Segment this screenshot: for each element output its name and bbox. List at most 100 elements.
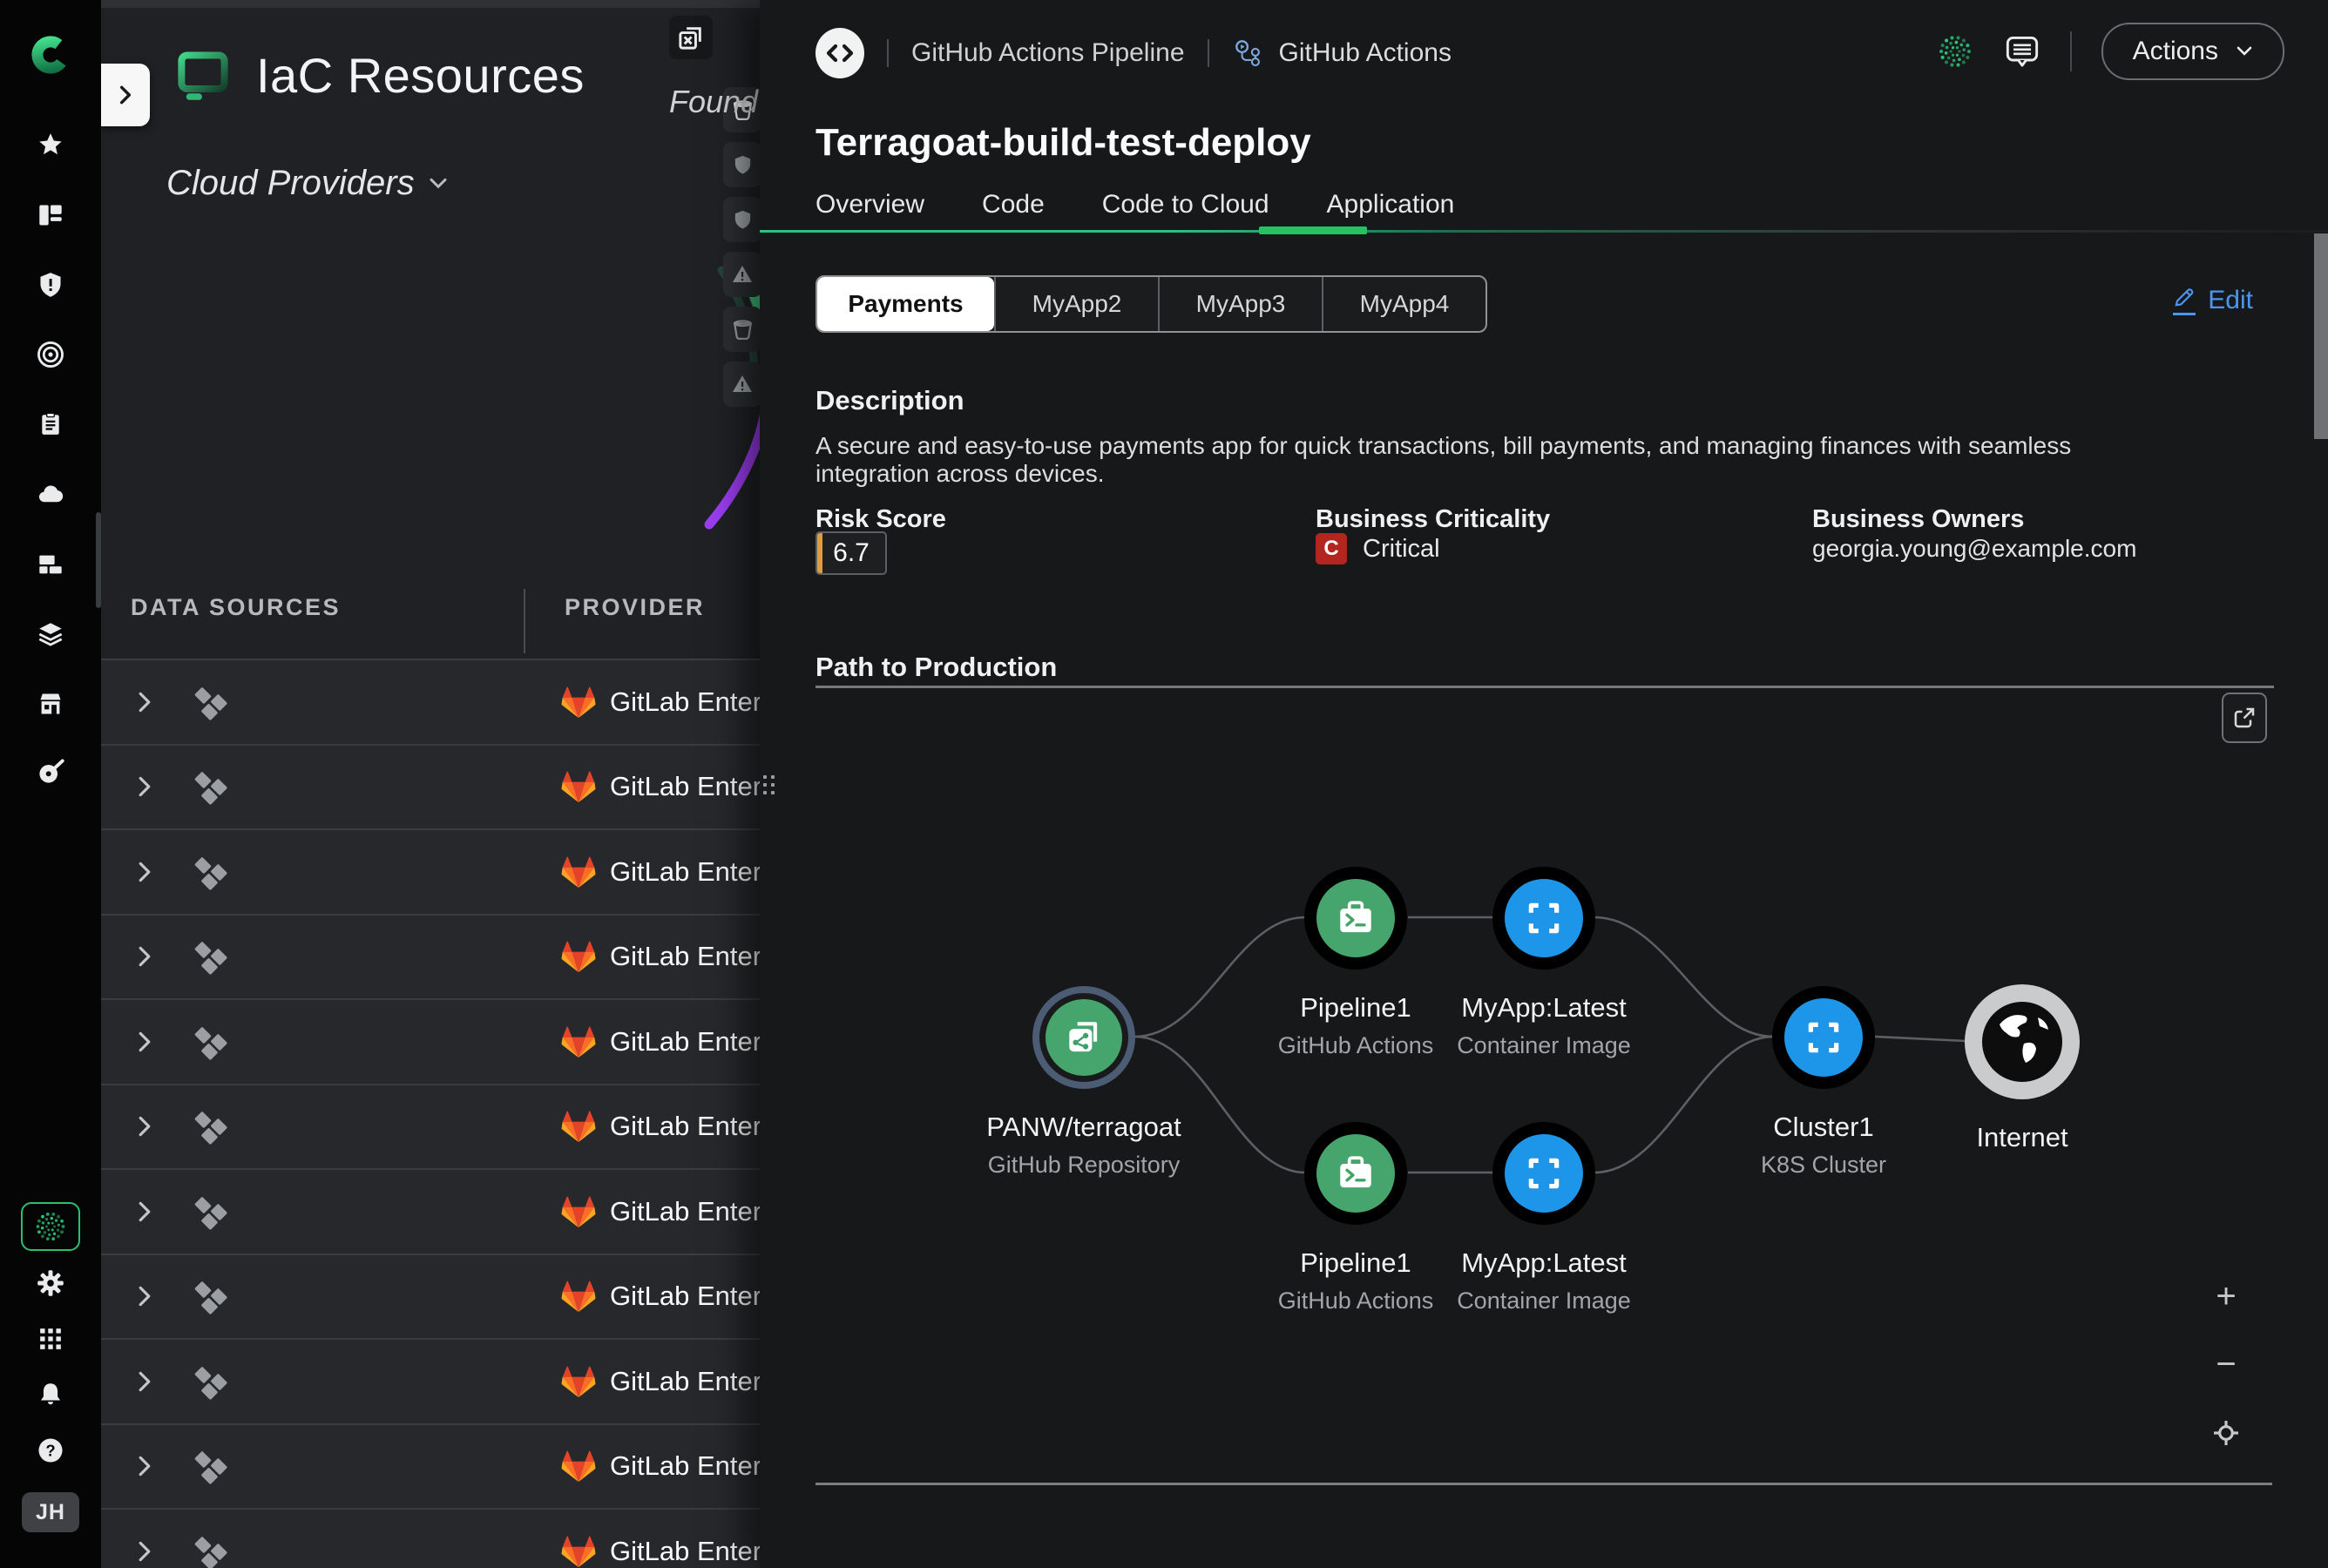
recenter-crosshair-icon[interactable] <box>2206 1418 2246 1448</box>
diagram-node-internet[interactable]: Internet <box>1857 984 2188 1153</box>
row-expand-chevron-icon[interactable] <box>136 1201 153 1222</box>
gitlab-logo-icon <box>561 940 596 973</box>
gitlab-logo-icon <box>561 1535 596 1568</box>
favorites-star-icon[interactable] <box>37 132 64 159</box>
node-label: Internet <box>1976 1122 2067 1153</box>
row-expand-chevron-icon[interactable] <box>136 1116 153 1137</box>
panel-resize-handle[interactable] <box>763 775 775 794</box>
diagram-bottom-border <box>815 1483 2272 1485</box>
warning-icon[interactable] <box>723 252 760 297</box>
gitlab-logo-icon <box>561 1110 596 1143</box>
gitlab-logo-icon <box>561 855 596 889</box>
provider-name: GitLab Enterprise <box>610 1536 760 1567</box>
table-row[interactable]: GitLab Enterprise <box>101 1255 760 1341</box>
storefront-icon[interactable] <box>37 691 64 717</box>
report-clipboard-icon[interactable] <box>38 411 63 437</box>
brand-logo-icon[interactable] <box>30 35 71 75</box>
data-source-icon <box>188 1531 230 1568</box>
shield-icon[interactable] <box>723 197 760 242</box>
table-row[interactable]: GitLab Enterprise <box>101 1340 760 1425</box>
zoom-out-button[interactable]: − <box>2206 1345 2246 1384</box>
table-header: DATA SOURCES PROVIDER <box>101 594 760 659</box>
table-row[interactable]: GitLab Enterprise <box>101 660 760 746</box>
diagram-edges <box>760 0 2328 1568</box>
provider-name: GitLab Enterprise <box>610 1281 760 1312</box>
cloud-providers-filter[interactable]: Cloud Providers <box>166 164 448 203</box>
table-row[interactable]: GitLab Enterprise <box>101 1000 760 1085</box>
provider-name: GitLab Enterprise <box>610 686 760 718</box>
cloud-icon[interactable] <box>37 481 64 507</box>
globe-icon <box>1982 1002 2062 1082</box>
shield-alert-icon[interactable] <box>37 272 64 298</box>
row-expand-chevron-icon[interactable] <box>136 1031 153 1052</box>
gitlab-logo-icon <box>561 770 596 803</box>
provider-name: GitLab Enterprise <box>610 941 760 972</box>
rail-scrollbar-thumb[interactable] <box>96 512 101 608</box>
row-expand-chevron-icon[interactable] <box>136 1541 153 1562</box>
page-title: IaC Resources <box>256 47 585 104</box>
data-source-icon <box>188 766 230 808</box>
gitlab-logo-icon <box>561 1450 596 1483</box>
table-row[interactable]: GitLab Enterprise <box>101 1425 760 1511</box>
user-avatar[interactable]: JH <box>22 1492 79 1532</box>
provider-name: GitLab Enterprise <box>610 1111 760 1142</box>
data-source-icon <box>188 1445 230 1487</box>
row-expand-chevron-icon[interactable] <box>136 1286 153 1307</box>
container-image-icon <box>1505 879 1583 957</box>
provider-name: GitLab Enterprise <box>610 1450 760 1482</box>
zoom-in-button[interactable]: + <box>2206 1277 2246 1316</box>
provider-name: GitLab Enterprise <box>610 1196 760 1227</box>
data-source-icon <box>188 1191 230 1233</box>
data-source-icon <box>188 1275 230 1317</box>
table-row[interactable]: GitLab Enterprise <box>101 916 760 1001</box>
notifications-bell-icon[interactable] <box>37 1382 64 1408</box>
warning-icon[interactable] <box>723 362 760 407</box>
column-provider[interactable]: PROVIDER <box>565 594 705 621</box>
node-label: MyApp:Latest <box>1461 1247 1627 1279</box>
gauge-icon[interactable] <box>37 758 64 786</box>
column-data-sources[interactable]: DATA SOURCES <box>131 594 341 621</box>
data-source-icon <box>188 1105 230 1147</box>
layers-icon[interactable] <box>37 621 64 647</box>
data-source-icon <box>188 936 230 977</box>
nav-rail: ? JH <box>0 0 101 1568</box>
table-row[interactable]: GitLab Enterprise <box>101 746 760 831</box>
target-icon[interactable] <box>37 341 64 368</box>
panel-expand-button[interactable] <box>101 64 150 126</box>
bucket-icon[interactable] <box>723 307 760 352</box>
table-row[interactable]: GitLab Enterprise <box>101 830 760 916</box>
table-row[interactable]: GitLab Enterprise <box>101 1170 760 1255</box>
k8s-cluster-icon <box>1784 998 1863 1077</box>
row-expand-chevron-icon[interactable] <box>136 1371 153 1392</box>
provider-name: GitLab Enterprise <box>610 1026 760 1058</box>
close-panel-icon[interactable] <box>669 16 713 59</box>
row-expand-chevron-icon[interactable] <box>136 862 153 882</box>
shield-icon[interactable] <box>723 142 760 187</box>
help-icon[interactable]: ? <box>37 1436 64 1464</box>
provider-name: GitLab Enterprise <box>610 856 760 888</box>
node-sublabel: Container Image <box>1457 1032 1631 1059</box>
ai-assistant-button[interactable] <box>21 1202 80 1251</box>
table-row[interactable]: GitLab Enterprise <box>101 1510 760 1568</box>
data-source-icon <box>188 1021 230 1063</box>
column-divider <box>524 589 525 653</box>
node-sublabel: K8S Cluster <box>1761 1152 1886 1179</box>
row-expand-chevron-icon[interactable] <box>136 776 153 797</box>
iac-monitor-icon <box>174 49 232 103</box>
gitlab-logo-icon <box>561 1280 596 1313</box>
table-row[interactable]: GitLab Enterprise <box>101 1085 760 1171</box>
assets-blocks-icon[interactable] <box>37 551 64 578</box>
row-expand-chevron-icon[interactable] <box>136 692 153 713</box>
data-source-icon <box>188 851 230 893</box>
dashboard-icon[interactable] <box>37 202 64 228</box>
settings-gear-icon[interactable] <box>37 1269 64 1297</box>
apps-grid-icon[interactable] <box>38 1327 63 1351</box>
filter-label: Cloud Providers <box>166 164 415 203</box>
node-sublabel: Container Image <box>1457 1288 1631 1315</box>
repository-icon <box>1039 993 1128 1082</box>
row-expand-chevron-icon[interactable] <box>136 946 153 967</box>
main-scrollbar-thumb[interactable] <box>2314 233 2328 439</box>
row-expand-chevron-icon[interactable] <box>136 1456 153 1477</box>
svg-text:?: ? <box>45 1441 55 1459</box>
detail-panel: GitHub Actions Pipeline GitHub Actions A… <box>760 0 2328 1568</box>
